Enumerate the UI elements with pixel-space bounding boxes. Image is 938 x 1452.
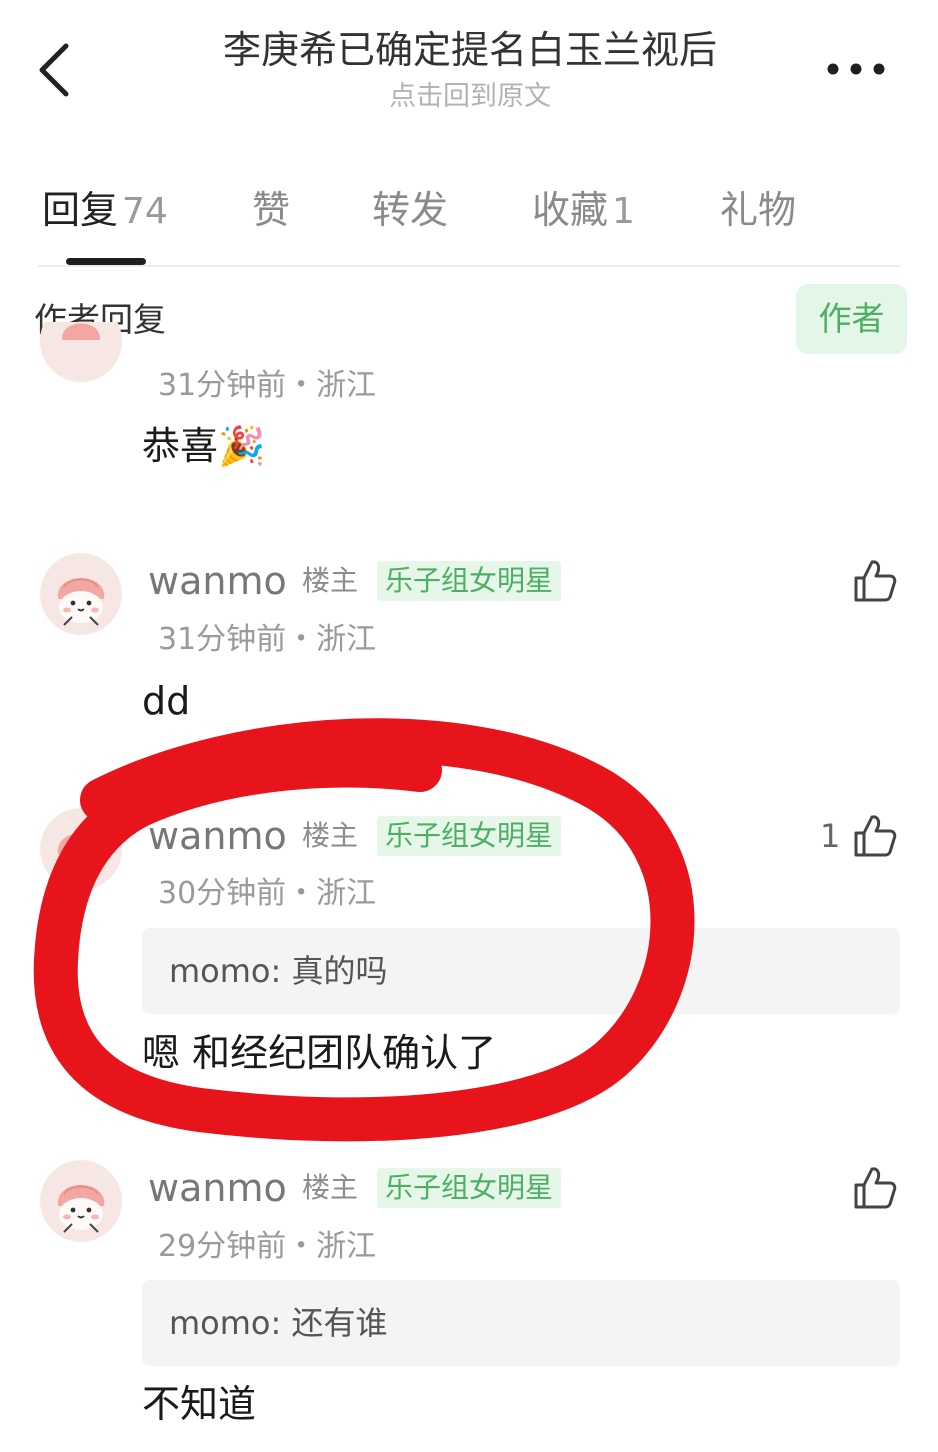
tab-reposts[interactable]: 转发 — [372, 184, 448, 236]
cartoon-avatar-icon — [40, 1160, 122, 1242]
avatar[interactable] — [40, 553, 122, 635]
quoted-reply[interactable]: momo: 还有谁 — [142, 1280, 900, 1366]
cartoon-avatar-icon — [40, 553, 122, 635]
thumbs-up-icon — [854, 1167, 897, 1209]
avatar[interactable] — [40, 1160, 122, 1242]
cartoon-avatar-icon — [40, 322, 122, 382]
op-label: 楼主 — [302, 819, 359, 852]
author-filter-button[interactable]: 作者 — [796, 284, 907, 354]
comment-meta: 30分钟前・浙江 — [158, 876, 377, 911]
like-button[interactable] — [852, 558, 898, 604]
comment-meta: 29分钟前・浙江 — [158, 1229, 377, 1264]
cartoon-avatar-icon — [40, 808, 122, 890]
tab-label: 转发 — [372, 188, 449, 232]
tab-label: 赞 — [252, 188, 291, 232]
tab-divider — [38, 265, 900, 267]
op-label: 楼主 — [302, 1171, 359, 1204]
comment-meta: 31分钟前・浙江 — [158, 368, 377, 403]
tab-favorites[interactable]: 收藏 1 — [532, 184, 635, 236]
comment-meta: 31分钟前・浙江 — [158, 622, 377, 657]
op-label: 楼主 — [302, 564, 359, 597]
like-button[interactable] — [852, 813, 898, 859]
more-button[interactable] — [824, 55, 888, 83]
tab-label: 礼物 — [720, 188, 797, 232]
like-count: 1 — [820, 817, 841, 855]
username[interactable]: wanmo — [148, 557, 287, 605]
page-title: 李庚希已确定提名白玉兰视后 — [222, 28, 717, 72]
back-to-original-link[interactable]: 点击回到原文 — [140, 80, 800, 114]
comment-text: 嗯 和经纪团队确认了 — [142, 1031, 497, 1075]
quoted-text: momo: 还有谁 — [169, 1304, 388, 1342]
username[interactable]: wanmo — [148, 812, 287, 860]
comment-text: 恭喜🎉 — [142, 424, 266, 468]
avatar[interactable] — [40, 808, 122, 890]
username[interactable]: wanmo — [148, 1164, 287, 1212]
tab-label: 收藏 — [532, 188, 609, 232]
user-badge: 乐子组女明星 — [377, 816, 562, 856]
chevron-left-icon — [39, 43, 69, 97]
avatar[interactable] — [40, 322, 122, 382]
quoted-reply[interactable]: momo: 真的吗 — [142, 928, 900, 1014]
thumbs-up-icon — [854, 560, 897, 602]
tab-gifts[interactable]: 礼物 — [720, 184, 796, 236]
tab-count: 1 — [612, 191, 635, 232]
comment-text: 不知道 — [142, 1382, 257, 1426]
tab-label: 回复 — [42, 188, 119, 232]
user-badge: 乐子组女明星 — [377, 1168, 562, 1208]
quoted-text: momo: 真的吗 — [169, 952, 388, 990]
like-button[interactable] — [852, 1165, 898, 1211]
tab-replies[interactable]: 回复 74 — [42, 184, 168, 236]
tab-count: 74 — [122, 191, 168, 232]
back-button[interactable] — [30, 38, 80, 102]
active-tab-indicator — [66, 258, 146, 265]
comment-text: dd — [142, 679, 191, 723]
thumbs-up-icon — [854, 815, 897, 857]
user-badge: 乐子组女明星 — [377, 561, 562, 601]
more-horizontal-icon — [827, 63, 885, 75]
tab-likes[interactable]: 赞 — [252, 184, 290, 236]
